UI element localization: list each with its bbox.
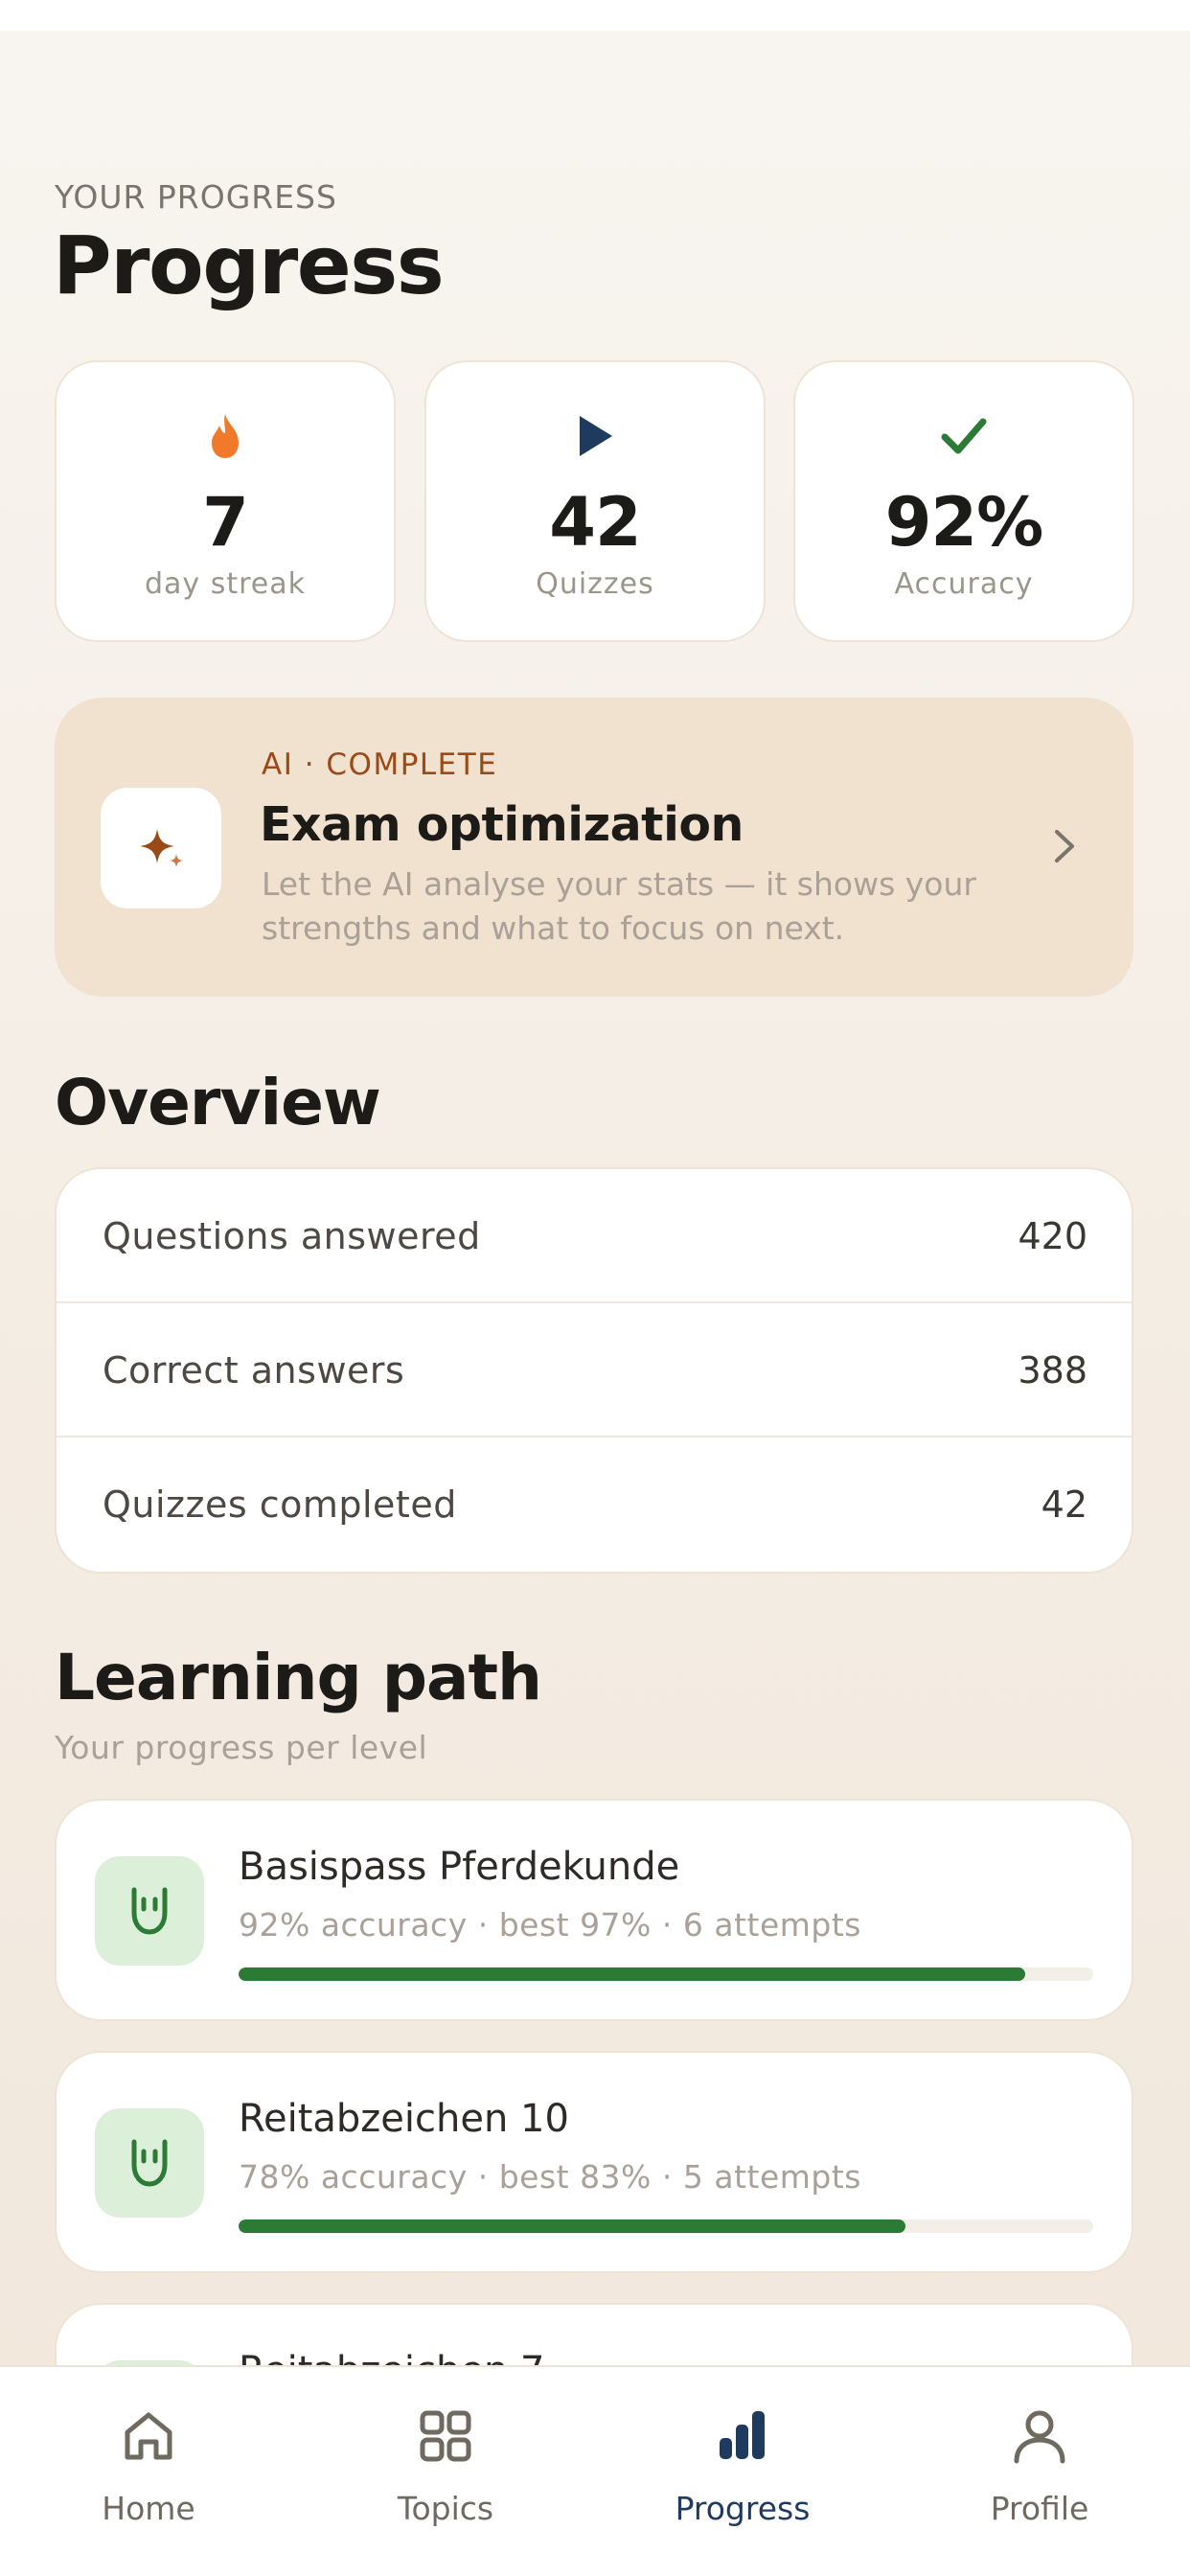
horseshoe-icon [95, 2108, 204, 2218]
level-name: Basispass Pferdekunde [239, 1845, 680, 1889]
tab-profile[interactable]: Profile [891, 2367, 1188, 2576]
ai-card-eyebrow: AI · COMPLETE [262, 748, 498, 782]
page-eyebrow: YOUR PROGRESS [55, 178, 337, 216]
overview-label: Questions answered [103, 1215, 481, 1257]
level-progress-fill [239, 1967, 1025, 1981]
learning-path-subtitle: Your progress per level [55, 1729, 428, 1766]
stat-value: 7 [202, 483, 249, 562]
home-icon [0, 2405, 297, 2474]
tab-progress[interactable]: Progress [594, 2367, 891, 2576]
level-progress-fill [239, 2220, 905, 2233]
overview-label: Quizzes completed [103, 1484, 457, 1526]
overview-value: 420 [1018, 1215, 1087, 1257]
tab-label: Topics [397, 2490, 494, 2527]
grid-icon [297, 2405, 594, 2474]
bottom-tab-bar: Home Topics Progress Profile [0, 2365, 1190, 2576]
ai-card-description: Let the AI analyse your stats — it shows… [262, 865, 976, 947]
stat-value: 42 [549, 483, 641, 562]
bar-chart-icon [594, 2405, 891, 2474]
tab-label: Home [102, 2490, 195, 2527]
stat-label: Accuracy [894, 567, 1034, 601]
check-icon [795, 412, 1133, 470]
level-name: Reitabzeichen 10 [239, 2097, 569, 2141]
play-icon [426, 412, 764, 470]
horseshoe-icon [95, 1856, 204, 1966]
tab-label: Progress [675, 2490, 811, 2527]
overview-row: Questions answered 420 [57, 1169, 1132, 1303]
learning-path-heading: Learning path [55, 1641, 542, 1714]
user-icon [891, 2405, 1188, 2474]
tab-label: Profile [990, 2490, 1089, 2527]
sparkle-icon [101, 788, 221, 908]
stat-card-streak: 7 day streak [55, 360, 396, 642]
overview-value: 42 [1041, 1484, 1087, 1526]
stat-label: day streak [145, 567, 306, 601]
level-meta: 78% accuracy · best 83% · 5 attempts [239, 2158, 861, 2196]
status-bar [0, 0, 1190, 31]
ai-card-title: Exam optimization [260, 797, 744, 852]
level-progress-bar [239, 2220, 1093, 2233]
level-meta: 92% accuracy · best 97% · 6 attempts [239, 1906, 861, 1944]
chevron-right-icon [1045, 822, 1084, 870]
level-progress-bar [239, 1967, 1093, 1981]
level-card[interactable]: Reitabzeichen 10 78% accuracy · best 83%… [55, 2051, 1133, 2273]
overview-card: Questions answered 420 Correct answers 3… [55, 1167, 1133, 1574]
stat-label: Quizzes [536, 567, 654, 601]
page-title: Progress [53, 218, 445, 312]
stat-card-accuracy: 92% Accuracy [793, 360, 1134, 642]
tab-topics[interactable]: Topics [297, 2367, 594, 2576]
level-card[interactable]: Basispass Pferdekunde 92% accuracy · bes… [55, 1799, 1133, 2021]
overview-row: Quizzes completed 42 [57, 1438, 1132, 1572]
overview-heading: Overview [55, 1066, 381, 1139]
stat-value: 92% [884, 483, 1044, 562]
overview-label: Correct answers [103, 1349, 405, 1392]
exam-optimization-card[interactable]: AI · COMPLETE Exam optimization Let the … [55, 698, 1133, 997]
flame-icon [57, 412, 394, 470]
stat-card-quizzes: 42 Quizzes [424, 360, 766, 642]
overview-row: Correct answers 388 [57, 1303, 1132, 1438]
overview-value: 388 [1018, 1349, 1087, 1392]
tab-home[interactable]: Home [0, 2367, 297, 2576]
